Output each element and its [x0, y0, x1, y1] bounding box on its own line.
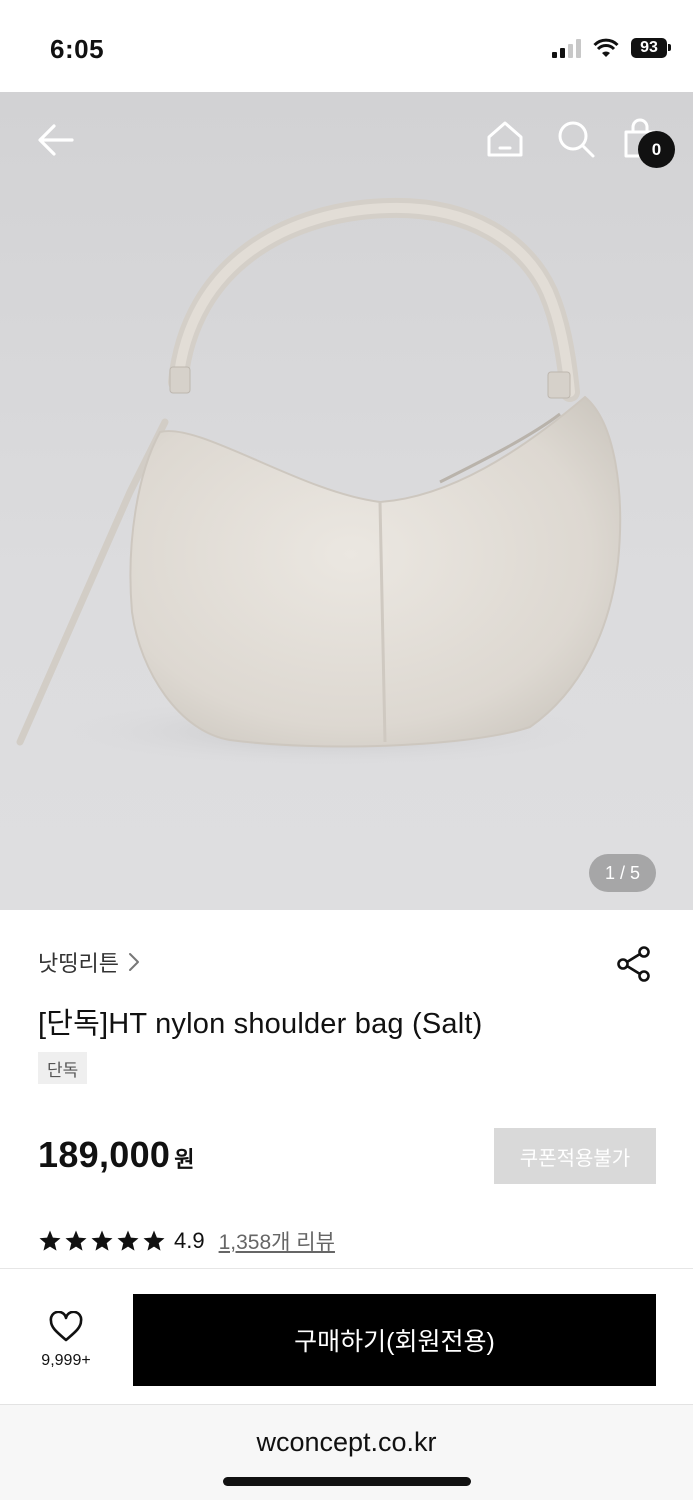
battery-indicator: 93 [631, 38, 671, 58]
exclusive-badge: 단독 [38, 1052, 88, 1084]
review-count-link[interactable]: 1,358개 리뷰 [219, 1226, 335, 1256]
status-time: 6:05 [50, 34, 105, 64]
bottom-action-bar: 9,999+ 구매하기(회원전용) [0, 1268, 693, 1404]
star-icon [91, 1230, 113, 1251]
product-image [16, 197, 622, 766]
wifi-icon [593, 38, 619, 57]
back-arrow-icon[interactable] [34, 118, 78, 162]
image-page-indicator: 1 / 5 [589, 854, 656, 892]
product-price: 189,000 [38, 1134, 171, 1175]
star-icon [117, 1230, 139, 1251]
price-row: 189,000 원 [38, 1134, 194, 1176]
rating-row: 4.9 1,358개 리뷰 [38, 1226, 335, 1256]
chevron-right-icon [128, 953, 139, 971]
cart-count-badge[interactable]: 0 [638, 131, 675, 168]
home-icon[interactable] [484, 118, 526, 160]
wishlist-button[interactable]: 9,999+ [30, 1310, 102, 1370]
brand-name: 낫띵리튼 [38, 951, 119, 976]
browser-url-bar: wconcept.co.kr [0, 1404, 693, 1500]
star-icon [143, 1230, 165, 1251]
coupon-unavailable-button[interactable]: 쿠폰적용불가 [494, 1128, 656, 1184]
heart-icon [49, 1310, 83, 1342]
cellular-signal-icon [552, 38, 581, 58]
rating-value: 4.9 [174, 1228, 205, 1253]
price-currency: 원 [174, 1147, 195, 1172]
share-icon[interactable] [615, 945, 653, 983]
status-bar: 6:05 93 [0, 0, 693, 92]
status-indicators: 93 [552, 38, 671, 58]
product-title: [단독]HT nylon shoulder bag (Salt) [38, 1008, 483, 1040]
rating-stars [38, 1229, 166, 1253]
home-indicator [223, 1477, 471, 1486]
star-icon [65, 1230, 87, 1251]
star-icon [39, 1230, 61, 1251]
buy-button[interactable]: 구매하기(회원전용) [133, 1294, 656, 1386]
search-icon[interactable] [555, 118, 597, 160]
product-image-gallery[interactable]: 0 1 / 5 [0, 92, 693, 910]
url-text[interactable]: wconcept.co.kr [0, 1427, 693, 1458]
brand-link[interactable]: 낫띵리튼 [38, 946, 141, 978]
wishlist-count: 9,999+ [41, 1352, 91, 1369]
